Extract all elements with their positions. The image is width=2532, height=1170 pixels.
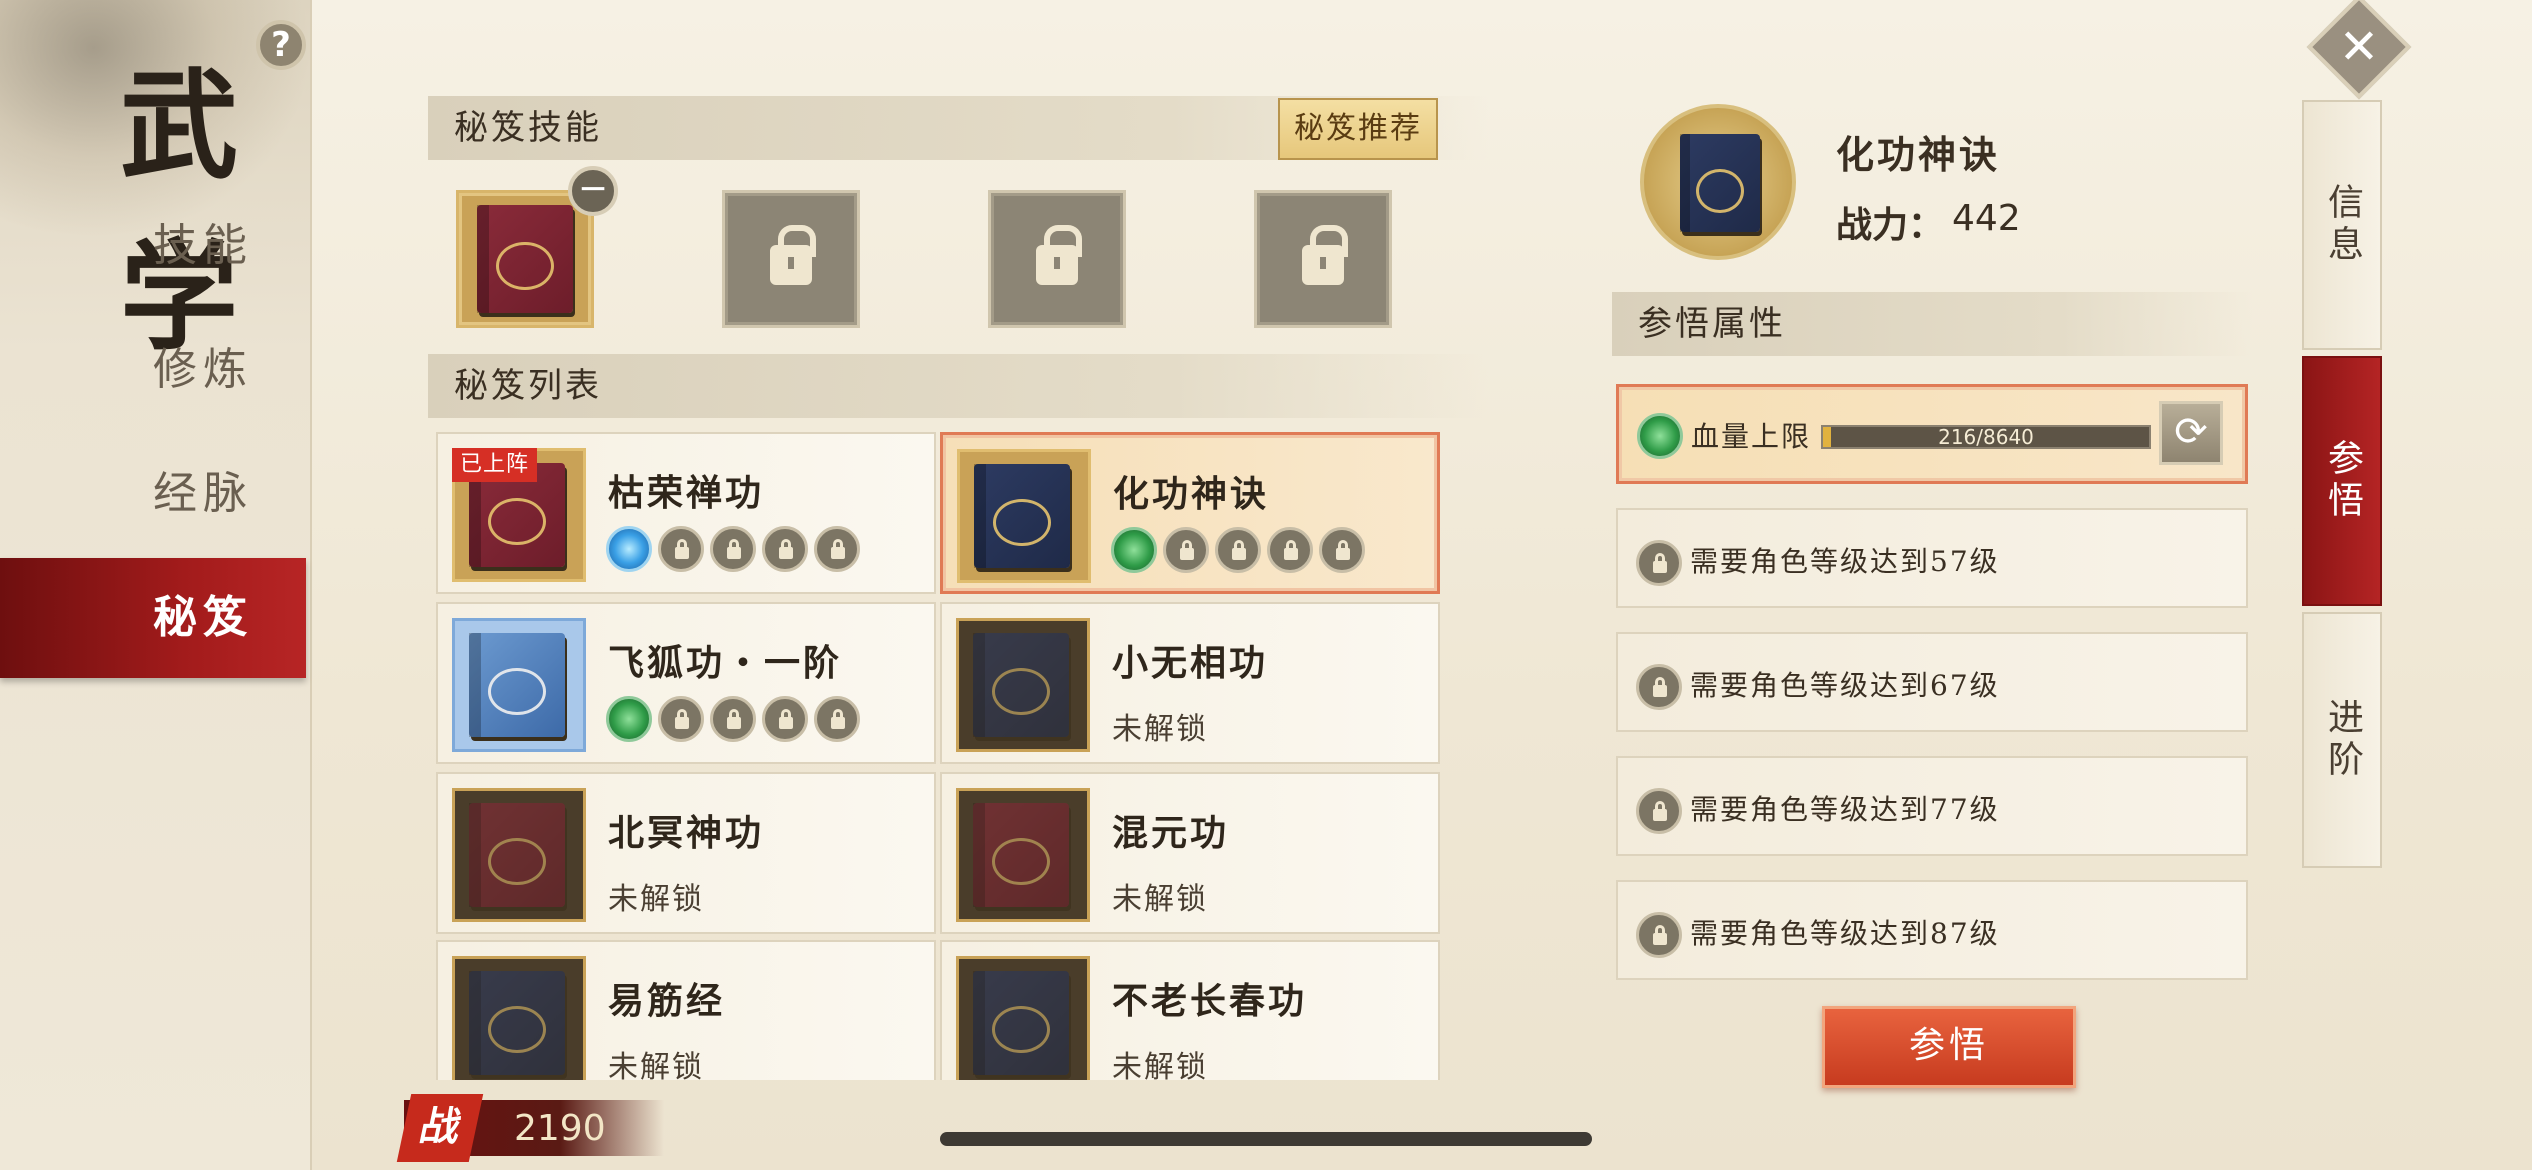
- attr-row-hp[interactable]: 血量上限 216/8640 ⟳: [1616, 384, 2248, 484]
- attr-row-locked: 需要角色等级达到77级: [1616, 756, 2248, 856]
- attr-row-locked: 需要角色等级达到67级: [1616, 632, 2248, 732]
- manual-card[interactable]: 小无相功 未解锁: [940, 602, 1440, 764]
- manual-icon: [452, 956, 586, 1080]
- list-clip: 易筋经 未解锁 不老长春功 未解锁: [436, 940, 1446, 1080]
- attr-requirement: 需要角色等级达到57级: [1690, 545, 2000, 578]
- skill-slot-2[interactable]: [722, 190, 860, 328]
- manual-icon: [957, 449, 1091, 583]
- nav-item-skills[interactable]: 技能: [0, 186, 306, 306]
- power-value: 442: [1952, 198, 2021, 239]
- gem-lock-icon[interactable]: [710, 696, 756, 742]
- gem-lock-icon[interactable]: [762, 526, 808, 572]
- gem-lock-icon[interactable]: [814, 526, 860, 572]
- tab-info[interactable]: 信息: [2302, 100, 2382, 350]
- tab-advance[interactable]: 进阶: [2302, 612, 2382, 868]
- attr-section-header: 参悟属性: [1612, 292, 2252, 356]
- refresh-button[interactable]: ⟳: [2159, 401, 2223, 465]
- gem-icon[interactable]: [606, 526, 652, 572]
- gem-lock-icon[interactable]: [658, 526, 704, 572]
- attr-label: 血量上限: [1691, 420, 1812, 453]
- manual-portrait: [1640, 104, 1796, 260]
- total-power-value: 2190: [514, 1108, 606, 1149]
- detail-manual-name: 化功神诀: [1836, 132, 2001, 177]
- list-section-header: 秘笈列表: [428, 354, 1488, 418]
- manual-icon: [956, 956, 1090, 1080]
- manual-icon: [956, 788, 1090, 922]
- gem-lock-icon[interactable]: [814, 696, 860, 742]
- help-button[interactable]: ?: [256, 20, 306, 70]
- home-indicator[interactable]: [940, 1132, 1592, 1146]
- gem-icon[interactable]: [606, 696, 652, 742]
- gem-icon[interactable]: [1111, 527, 1157, 573]
- tab-comprehend-label: 参悟: [2322, 439, 2363, 523]
- attr-row-locked: 需要角色等级达到57级: [1616, 508, 2248, 608]
- gem-lock-icon[interactable]: [710, 526, 756, 572]
- attr-requirement: 需要角色等级达到87级: [1690, 917, 2000, 950]
- gem-lock-icon[interactable]: [762, 696, 808, 742]
- locked-status: 未解锁: [1112, 1050, 1208, 1080]
- total-power-bar: 战 2190: [396, 1094, 664, 1162]
- attr-requirement: 需要角色等级达到67级: [1690, 669, 2000, 702]
- locked-status: 未解锁: [608, 882, 704, 917]
- lock-icon: [1036, 225, 1082, 285]
- manual-card[interactable]: 已上阵 枯荣禅功: [436, 432, 936, 594]
- manual-card[interactable]: 飞狐功・一阶: [436, 602, 936, 764]
- skill-slot-3[interactable]: [988, 190, 1126, 328]
- manual-name: 不老长春功: [1112, 980, 1308, 1022]
- locked-status: 未解锁: [608, 1050, 704, 1080]
- green-gem-icon: [1637, 413, 1683, 459]
- tab-advance-label: 进阶: [2322, 698, 2363, 782]
- lock-icon: [1636, 912, 1682, 958]
- equipped-badge: 已上阵: [452, 448, 538, 482]
- gem-lock-icon[interactable]: [1267, 527, 1313, 573]
- lock-icon: [770, 225, 816, 285]
- locked-status: 未解锁: [1112, 712, 1208, 747]
- manual-name: 北冥神功: [608, 812, 765, 854]
- manual-card-selected[interactable]: 化功神诀: [940, 432, 1440, 594]
- power-emblem-icon: 战: [396, 1094, 484, 1162]
- manual-name: 化功神诀: [1113, 473, 1270, 515]
- unequip-button[interactable]: −: [568, 166, 618, 216]
- manual-card[interactable]: 北冥神功 未解锁: [436, 772, 936, 934]
- left-sidebar: 武 学 ? 技能 修炼 经脉 秘笈: [0, 0, 312, 1170]
- power-label: 战力：: [1836, 204, 1945, 246]
- lock-icon: [1636, 540, 1682, 586]
- manual-card[interactable]: 易筋经 未解锁: [436, 940, 936, 1080]
- manual-icon: [452, 618, 586, 752]
- recommend-button[interactable]: 秘笈推荐: [1278, 98, 1438, 160]
- gem-lock-icon[interactable]: [1215, 527, 1261, 573]
- manual-name: 飞狐功・一阶: [608, 642, 843, 684]
- manual-card[interactable]: 混元功 未解锁: [940, 772, 1440, 934]
- manual-name: 混元功: [1112, 812, 1230, 854]
- gem-lock-icon[interactable]: [1163, 527, 1209, 573]
- gem-lock-icon[interactable]: [1319, 527, 1365, 573]
- manual-name: 易筋经: [608, 980, 726, 1022]
- nav-item-meridians[interactable]: 经脉: [0, 434, 306, 554]
- locked-status: 未解锁: [1112, 882, 1208, 917]
- attr-requirement: 需要角色等级达到77级: [1690, 793, 2000, 826]
- close-icon: ✕: [2338, 19, 2380, 75]
- hp-progress-text: 216/8640: [1938, 425, 2034, 449]
- hp-progress-bar: 216/8640: [1821, 425, 2151, 449]
- close-button[interactable]: ✕: [2306, 0, 2412, 100]
- nav-item-cultivation[interactable]: 修炼: [0, 310, 306, 430]
- lock-icon: [1302, 225, 1348, 285]
- tab-comprehend[interactable]: 参悟: [2302, 356, 2382, 606]
- manual-name: 枯荣禅功: [608, 472, 765, 514]
- manual-icon: [452, 788, 586, 922]
- nav-item-secret-manuals[interactable]: 秘笈: [0, 558, 306, 678]
- skill-slot-1[interactable]: [456, 190, 594, 328]
- book-icon: [477, 205, 573, 313]
- lock-icon: [1636, 788, 1682, 834]
- attr-row-locked: 需要角色等级达到87级: [1616, 880, 2248, 980]
- lock-icon: [1636, 664, 1682, 710]
- tab-info-label: 信息: [2322, 183, 2363, 267]
- skill-slot-4[interactable]: [1254, 190, 1392, 328]
- gem-lock-icon[interactable]: [658, 696, 704, 742]
- manual-name: 小无相功: [1112, 642, 1269, 684]
- manual-card[interactable]: 不老长春功 未解锁: [940, 940, 1440, 1080]
- comprehend-button[interactable]: 参悟: [1822, 1006, 2076, 1088]
- manual-icon: [956, 618, 1090, 752]
